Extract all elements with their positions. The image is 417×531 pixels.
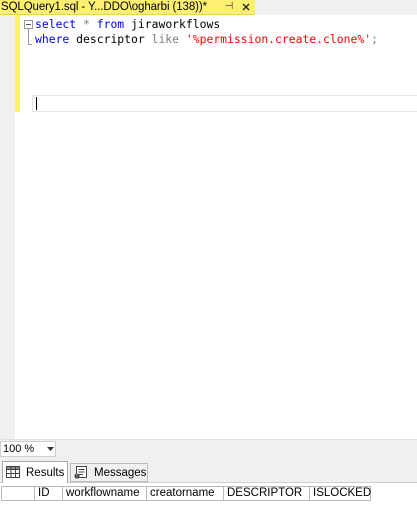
grid-icon <box>6 465 22 480</box>
code-line[interactable]: where descriptor like '%permission.creat… <box>35 32 378 47</box>
row-selector-header[interactable] <box>2 487 35 500</box>
column-header-workflowname[interactable]: workflowname <box>63 487 147 500</box>
zoom-value: 100 % <box>3 443 35 455</box>
collapse-toggle[interactable] <box>24 20 33 29</box>
code-token: * <box>83 17 90 31</box>
editor-gutter <box>0 15 15 439</box>
tab-results-label: Results <box>26 466 65 479</box>
code-token: where <box>35 32 70 46</box>
current-line-highlight <box>32 95 417 112</box>
pin-icon[interactable]: ⊣ <box>223 1 235 13</box>
code-token: descriptor <box>69 32 152 46</box>
fold-guide <box>28 29 29 45</box>
code-token: jiraworkflows <box>124 17 221 31</box>
sql-code[interactable]: select * from jiraworkflows where descrip… <box>35 17 378 47</box>
column-header-islocked[interactable]: ISLOCKED <box>310 487 371 500</box>
code-token: select <box>35 17 77 31</box>
grid-header-row: ID workflowname creatorname DESCRIPTOR I… <box>1 486 371 501</box>
document-tab-title: SQLQuery1.sql - Y...DDO\ogharbi (138))* <box>1 1 207 13</box>
tab-results[interactable]: Results <box>2 461 68 483</box>
tab-messages-label: Messages <box>94 466 147 479</box>
svg-text:!: ! <box>76 473 78 478</box>
column-header-descriptor[interactable]: DESCRIPTOR <box>224 487 310 500</box>
text-caret <box>36 97 37 110</box>
column-header-creatorname[interactable]: creatorname <box>147 487 224 500</box>
chevron-down-icon[interactable] <box>45 442 55 456</box>
code-token: like <box>151 32 180 46</box>
results-grid[interactable]: ID workflowname creatorname DESCRIPTOR I… <box>0 483 417 531</box>
document-tab[interactable]: SQLQuery1.sql - Y...DDO\ogharbi (138))* … <box>0 0 255 15</box>
code-token: ; <box>371 32 378 46</box>
zoom-bar: 100 % <box>0 439 417 457</box>
query-editor[interactable]: select * from jiraworkflows where descrip… <box>0 15 417 439</box>
messages-icon: ! <box>74 465 90 480</box>
results-tab-strip: Results ! Messages <box>0 457 417 483</box>
fold-guide-end <box>28 44 32 45</box>
close-icon[interactable] <box>240 1 252 13</box>
code-token: '%permission.create.clone%' <box>185 32 372 46</box>
column-header-id[interactable]: ID <box>35 487 63 500</box>
code-token: from <box>96 17 125 31</box>
document-tab-bar: SQLQuery1.sql - Y...DDO\ogharbi (138))* … <box>0 0 417 15</box>
code-line[interactable]: select * from jiraworkflows <box>35 17 378 32</box>
change-tracking-bar <box>15 15 20 112</box>
zoom-dropdown[interactable]: 100 % <box>0 441 56 457</box>
tab-messages[interactable]: ! Messages <box>70 463 148 482</box>
